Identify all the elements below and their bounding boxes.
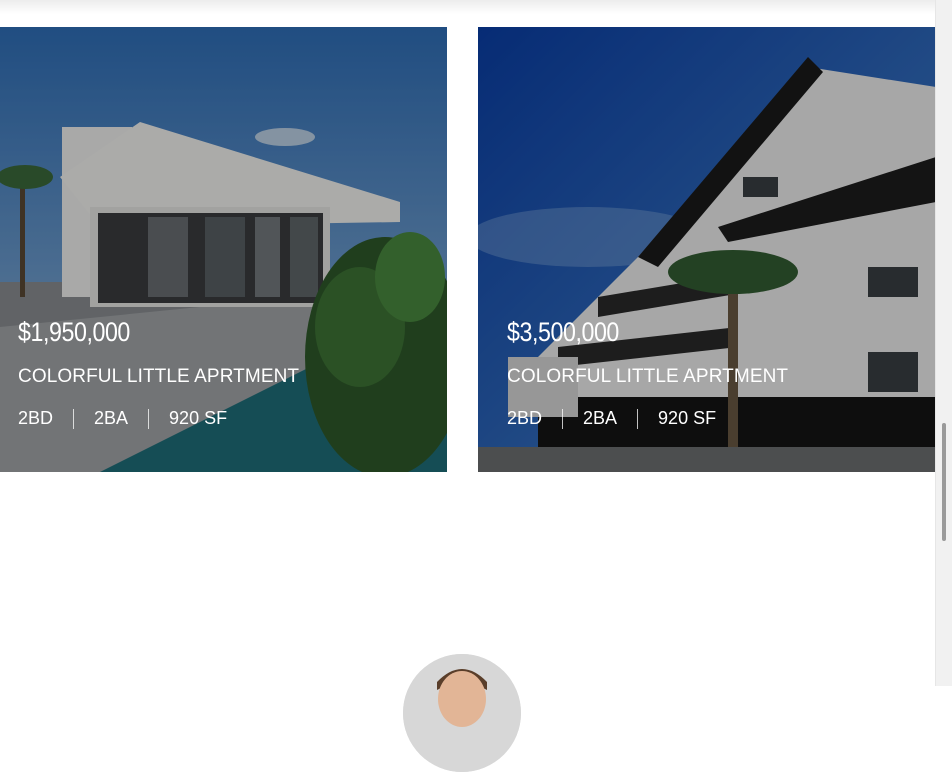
listing-beds: 2BD <box>18 408 54 428</box>
listing-area: 920 SF <box>658 408 717 428</box>
spec-divider <box>562 408 564 429</box>
spec-divider <box>637 408 639 429</box>
listing-price: $3,500,000 <box>507 317 619 347</box>
listing-specs: 2BD 2BA 920 SF <box>18 408 299 429</box>
listing-specs: 2BD 2BA 920 SF <box>507 408 788 429</box>
listing-beds: 2BD <box>507 408 543 428</box>
listing-title[interactable]: COLORFUL LITTLE APRTMENT <box>507 366 788 388</box>
agent-avatar[interactable] <box>403 654 521 772</box>
spec-divider <box>148 408 150 429</box>
listing-title[interactable]: COLORFUL LITTLE APRTMENT <box>18 366 299 388</box>
person-portrait-icon <box>403 654 521 772</box>
listing-info: $1,950,000 COLORFUL LITTLE APRTMENT 2BD … <box>18 317 299 429</box>
spec-divider <box>73 408 75 429</box>
top-fade <box>0 0 936 14</box>
listing-card[interactable]: $1,950,000 COLORFUL LITTLE APRTMENT 2BD … <box>0 27 447 472</box>
listing-baths: 2BA <box>94 408 129 428</box>
vertical-scrollbar[interactable] <box>935 0 952 686</box>
listing-baths: 2BA <box>583 408 618 428</box>
listing-area: 920 SF <box>169 408 228 428</box>
listing-card[interactable]: $3,500,000 COLORFUL LITTLE APRTMENT 2BD … <box>478 27 936 472</box>
listing-price: $1,950,000 <box>18 317 130 347</box>
listing-info: $3,500,000 COLORFUL LITTLE APRTMENT 2BD … <box>507 317 788 429</box>
scrollbar-thumb[interactable] <box>942 423 946 541</box>
